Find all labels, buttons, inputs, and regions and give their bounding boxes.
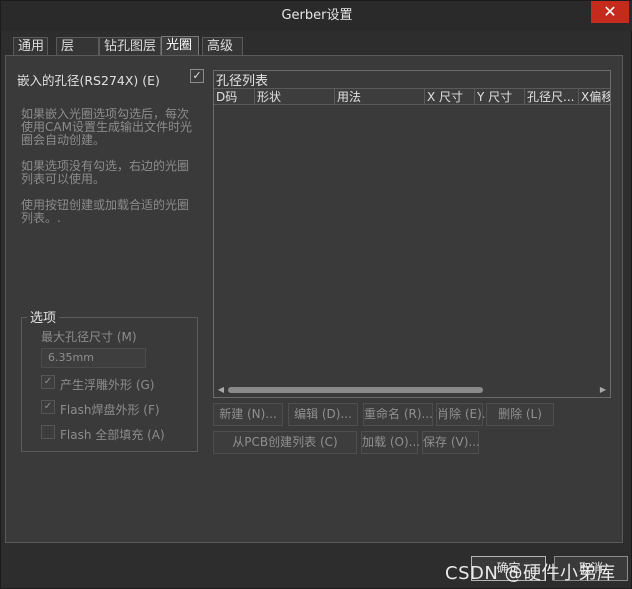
tab-apertures[interactable]: 光圈 [161,36,199,56]
column-hole-size[interactable]: 孔径尺... [524,89,578,105]
scroll-right-icon[interactable]: ▶ [598,384,608,395]
horizontal-scrollbar[interactable]: ◀ ▶ [214,382,610,397]
column-usage[interactable]: 用法 [334,89,424,105]
flash-pad-shapes-checkbox[interactable]: ✓ [41,400,55,414]
column-shape[interactable]: 形状 [254,89,334,105]
flash-all-fills-label: Flash 全部填充 (A) [60,428,165,442]
window-title: Gerber设置 [281,8,353,23]
embed-apertures-label: 嵌入的孔径(RS274X) (E) [17,73,160,88]
help-text-3: 使用按钮创建或加载合适的光圈列表。. [21,198,190,225]
generate-relief-shapes-checkbox[interactable]: ✓ [41,375,55,389]
aperture-list-title: 孔径列表 [216,74,269,89]
save-button[interactable]: 保存 (V)... [422,431,480,454]
help-text-2: 如果选项没有勾选，右边的光圈列表可以使用。 [21,159,190,186]
column-y-size[interactable]: Y 尺寸 [474,89,524,105]
create-list-from-pcb-button[interactable]: 从PCB创建列表 (C) [213,431,357,454]
edit-button[interactable]: 编辑 (D)... [288,403,358,426]
tab-advanced[interactable]: 高级 [202,37,243,56]
load-button[interactable]: 加载 (O)... [361,431,420,454]
column-dcode[interactable]: D码 [214,89,254,105]
title-bar: Gerber设置 ✕ [1,1,632,31]
flash-all-fills-checkbox[interactable] [41,425,55,439]
max-aperture-size-input[interactable]: 6.35mm [41,348,146,368]
flash-pad-shapes-label: Flash焊盘外形 (F) [60,403,160,417]
delete-dup-button[interactable]: 肖除 (E). [436,403,486,426]
aperture-list-header: D码 形状 用法 X 尺寸 Y 尺寸 孔径尺... X偏移 [214,88,610,105]
column-x-size[interactable]: X 尺寸 [424,89,474,105]
new-button[interactable]: 新建 (N)... [213,403,283,426]
scroll-left-icon[interactable]: ◀ [216,384,226,395]
options-legend: 选项 [27,307,60,326]
tab-layers[interactable]: 层 [56,37,99,56]
close-button[interactable]: ✕ [591,1,629,23]
tab-general[interactable]: 通用 [13,37,48,56]
scroll-thumb[interactable] [228,387,483,393]
help-text-1: 如果嵌入光圈选项勾选后，每次使用CAM设置生成输出文件时光圈会自动创建。 [21,107,192,147]
rename-button[interactable]: 重命名 (R)... [363,403,433,426]
gerber-settings-dialog: Gerber设置 ✕ 通用 层 钻孔图层 光圈 高级 嵌入的孔径(RS274X)… [0,0,632,589]
column-x-offset[interactable]: X偏移 [578,89,610,105]
generate-relief-shapes-label: 产生浮雕外形 (G) [60,378,155,392]
aperture-list[interactable] [213,70,611,398]
max-aperture-size-label: 最大孔径尺寸 (M) [41,330,137,344]
watermark: CSDN @硬件小弟库 [445,563,616,584]
embed-apertures-checkbox[interactable]: ✓ [190,69,204,83]
delete-button[interactable]: 删除 (L) [486,403,554,426]
tab-drill-layers[interactable]: 钻孔图层 [99,37,161,56]
